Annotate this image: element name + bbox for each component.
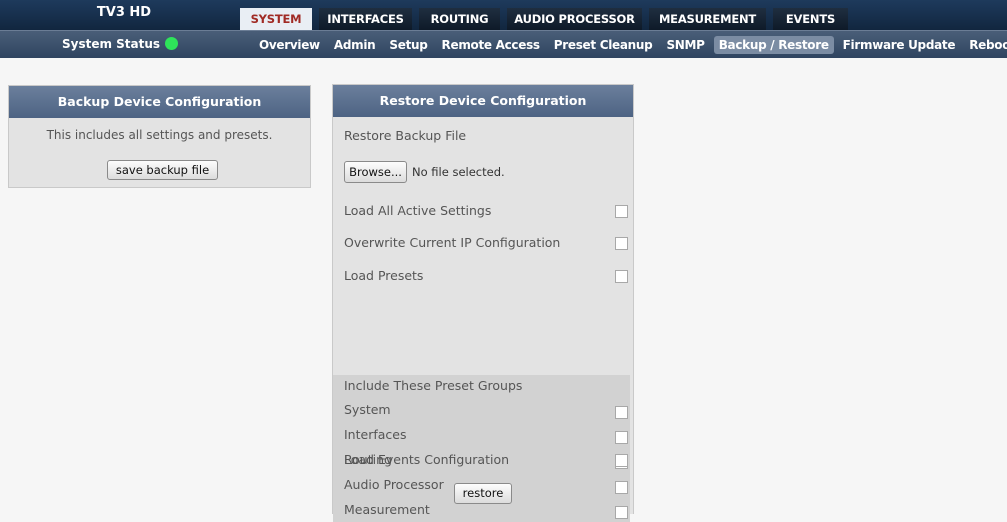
subnav-admin[interactable]: Admin <box>329 36 381 54</box>
group-interfaces-checkbox[interactable] <box>615 431 628 444</box>
restore-panel-title: Restore Device Configuration <box>333 85 633 117</box>
option-load-presets: Load Presets <box>344 267 628 285</box>
tab-events[interactable]: EVENTS <box>773 8 848 30</box>
subnav-firmware-update[interactable]: Firmware Update <box>838 36 961 54</box>
subnav-preset-cleanup[interactable]: Preset Cleanup <box>549 36 658 54</box>
backup-panel: Backup Device Configuration This include… <box>8 85 311 188</box>
subnav-reboot[interactable]: Reboot <box>964 36 1007 54</box>
subnav-backup-restore[interactable]: Backup / Restore <box>713 36 834 54</box>
subnav-setup[interactable]: Setup <box>384 36 432 54</box>
restore-button[interactable]: restore <box>454 483 512 504</box>
group-label: Audio Processor <box>344 477 444 492</box>
tab-system[interactable]: SYSTEM <box>240 8 312 30</box>
subnav-remote-access[interactable]: Remote Access <box>437 36 545 54</box>
main-tabs: SYSTEM INTERFACES ROUTING AUDIO PROCESSO… <box>240 8 855 30</box>
sub-navigation-bar: System Status Overview Admin Setup Remot… <box>0 30 1007 58</box>
system-status[interactable]: System Status <box>62 31 179 59</box>
tab-routing[interactable]: ROUTING <box>419 8 500 30</box>
group-label: Interfaces <box>344 427 407 442</box>
system-subnav: Overview Admin Setup Remote Access Prese… <box>254 36 1007 54</box>
option-label: Overwrite Current IP Configuration <box>344 235 561 250</box>
group-label: System <box>344 402 391 417</box>
restore-file-label: Restore Backup File <box>344 128 467 143</box>
backup-panel-title: Backup Device Configuration <box>9 86 310 118</box>
group-system-checkbox[interactable] <box>615 406 628 419</box>
subnav-overview[interactable]: Overview <box>254 36 325 54</box>
browse-button[interactable]: Browse... <box>344 161 407 183</box>
tab-interfaces[interactable]: INTERFACES <box>319 8 412 30</box>
option-label: Load Events Configuration <box>344 452 510 467</box>
group-measurement-checkbox[interactable] <box>615 506 628 519</box>
subnav-snmp[interactable]: SNMP <box>661 36 709 54</box>
overwrite-ip-checkbox[interactable] <box>615 237 628 250</box>
load-events-checkbox[interactable] <box>615 454 628 467</box>
group-label: Measurement <box>344 502 430 517</box>
restore-panel: Restore Device Configuration Restore Bac… <box>332 84 634 522</box>
tab-audio-processor[interactable]: AUDIO PROCESSOR <box>507 8 642 30</box>
option-overwrite-ip: Overwrite Current IP Configuration <box>344 234 628 252</box>
group-interfaces: Interfaces <box>344 426 628 444</box>
top-navigation-bar: TV3 HD SYSTEM INTERFACES ROUTING AUDIO P… <box>0 0 1007 30</box>
option-label: Load All Active Settings <box>344 203 492 218</box>
option-label: Load Presets <box>344 268 424 283</box>
load-all-active-settings-checkbox[interactable] <box>615 205 628 218</box>
preset-groups-title: Include These Preset Groups <box>344 378 523 393</box>
load-presets-checkbox[interactable] <box>615 270 628 283</box>
group-audio-processor-checkbox[interactable] <box>615 481 628 494</box>
system-status-label: System Status <box>62 37 161 51</box>
backup-description: This includes all settings and presets. <box>46 128 273 142</box>
device-name: TV3 HD <box>96 5 152 20</box>
group-system: System <box>344 401 628 419</box>
file-status-text: No file selected. <box>412 165 505 179</box>
option-load-all-active-settings: Load All Active Settings <box>344 202 628 220</box>
tab-measurement[interactable]: MEASUREMENT <box>649 8 766 30</box>
status-indicator-icon <box>165 37 179 50</box>
option-load-events: Load Events Configuration <box>344 451 628 469</box>
save-backup-button[interactable]: save backup file <box>107 160 218 180</box>
